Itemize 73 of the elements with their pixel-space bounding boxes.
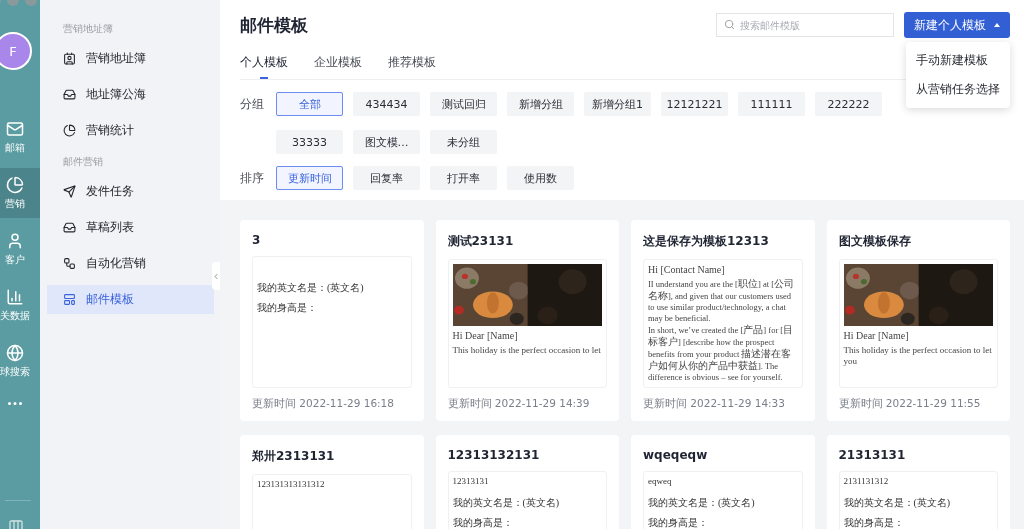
card-title: 21313131: [838, 448, 907, 462]
section-title: 营销地址簿: [62, 22, 114, 36]
sidebar-item[interactable]: 自动化营销: [47, 249, 214, 278]
preview-text: eqweq: [648, 476, 672, 486]
preview-text: 我的英文名是：(英文名): [843, 497, 951, 508]
card-title: wqeqeqw: [643, 448, 709, 462]
section-title: 邮件营销: [62, 155, 104, 169]
preview-text: 我的身高是：: [452, 517, 513, 528]
template-card[interactable]: 12313132131 12313131 我的英文名是：(英文名) 我的身高是：: [435, 435, 619, 529]
search-field[interactable]: 搜索邮件模版: [716, 13, 894, 37]
preview-heading: Hi Dear [Name]: [452, 330, 519, 341]
template-card[interactable]: 图文模板保存 Hi Dear [Name] This holiday is the perfect occasion to let you 更新时间 2022-11-29 11:55: [826, 220, 1010, 421]
page-title: 邮件模板: [240, 13, 309, 37]
template-card[interactable]: 测试23131 Hi Dear [Name] This holiday is the perfect occasion to let 更新时间 2022-11-29 14:39: [435, 220, 619, 421]
group-chip[interactable]: 新增分组1: [584, 92, 651, 116]
card-title: 郑卅2313131: [252, 448, 336, 465]
preview-heading: Hi [Contact Name]: [648, 264, 726, 275]
menu-item[interactable]: 从营销任务选择: [906, 75, 1010, 104]
sidebar-item[interactable]: 邮件模板: [47, 285, 214, 314]
sidebar-item[interactable]: 营销统计: [47, 116, 214, 145]
rail-item[interactable]: 营销: [0, 168, 40, 218]
preview-heading: Hi Dear [Name]: [843, 330, 910, 341]
template-card[interactable]: 郑卅2313131 123131313131312: [240, 435, 424, 529]
card-title: 12313132131: [447, 448, 541, 462]
filter-label: 排序: [240, 170, 265, 187]
preview-text: This holiday is the perfect occasion to let: [452, 345, 602, 356]
sort-chip[interactable]: 更新时间: [276, 166, 343, 190]
group-chip[interactable]: 434434: [353, 92, 420, 116]
group-chip[interactable]: 12121221: [661, 92, 728, 116]
preview-text: 123131313131312: [257, 479, 325, 489]
preview-text: 2131131312: [843, 476, 889, 486]
group-chip[interactable]: 测试回归: [430, 92, 497, 116]
card-title: 图文模板保存: [838, 233, 912, 250]
sidebar-item[interactable]: 地址簿公海: [47, 80, 214, 109]
update-time: 更新时间 2022-11-29 11:55: [838, 397, 982, 411]
preview-text: In short, we’ve created the [产品] for [目标客户] [describe how the prospect benefits from your product 描述潜在客户如何从你的产品中获益]. The difference is obvious – see for yourself.: [648, 324, 795, 383]
sidebar-item[interactable]: 发件任务: [47, 177, 214, 206]
preview-text: This holiday is the perfect occasion to let you: [843, 345, 993, 367]
preview-text: 我的身高是：: [648, 517, 708, 528]
group-chip[interactable]: 222222: [815, 92, 882, 116]
tab[interactable]: 企业模板: [314, 54, 362, 79]
menu-item[interactable]: 手动新建模板: [906, 46, 1010, 75]
preview-text: II understand you are the [职位] at [公司名称], and given that our customers used to use similar product/technology, a chat may be beneficial.: [648, 278, 795, 324]
preview-text: 我的英文名是：(英文名): [648, 497, 755, 508]
template-card[interactable]: 21313131 2131131312 我的英文名是：(英文名) 我的身高是：: [826, 435, 1010, 529]
update-time: 更新时间 2022-11-29 14:39: [447, 397, 591, 411]
card-title: 测试23131: [447, 233, 515, 250]
template-card[interactable]: 3 我的英文名是：(英文名) 我的身高是： 更新时间 2022-11-29 16:18: [240, 220, 424, 421]
card-title: 3: [252, 233, 262, 247]
tab[interactable]: 推荐模板: [388, 54, 436, 79]
tab[interactable]: 个人模板: [240, 54, 288, 79]
group-chip[interactable]: 全部: [276, 92, 343, 116]
group-chip[interactable]: 新增分组: [507, 92, 574, 116]
update-time: 更新时间 2022-11-29 14:33: [643, 397, 786, 411]
sidebar-item[interactable]: 草稿列表: [47, 213, 214, 242]
sort-chip[interactable]: 回复率: [353, 166, 420, 190]
sort-chip[interactable]: 打开率: [430, 166, 497, 190]
preview-text: 我的身高是：: [843, 517, 904, 528]
group-chip[interactable]: 33333: [276, 130, 343, 154]
sidebar-item[interactable]: 营销地址簿: [47, 44, 214, 73]
filter-label: 分组: [240, 96, 265, 113]
sort-chip[interactable]: 使用数: [507, 166, 574, 190]
template-card[interactable]: wqeqeqw eqweq 我的英文名是：(英文名) 我的身高是：: [631, 435, 815, 529]
group-chip[interactable]: 未分组: [430, 130, 497, 154]
card-title: 这是保存为模板12313: [643, 233, 770, 250]
preview-text: 我的英文名是：(英文名): [452, 497, 560, 508]
new-template-button[interactable]: 新建个人模板: [904, 12, 1010, 38]
update-time: 更新时间 2022-11-29 16:18: [252, 397, 395, 411]
preview-text: 12313131: [452, 476, 489, 486]
group-chip[interactable]: 图文模…: [353, 130, 420, 154]
group-chip[interactable]: 111111: [738, 92, 805, 116]
preview-text: 我的身高是：: [257, 302, 317, 313]
preview-text: 我的英文名是：(英文名): [257, 282, 364, 293]
